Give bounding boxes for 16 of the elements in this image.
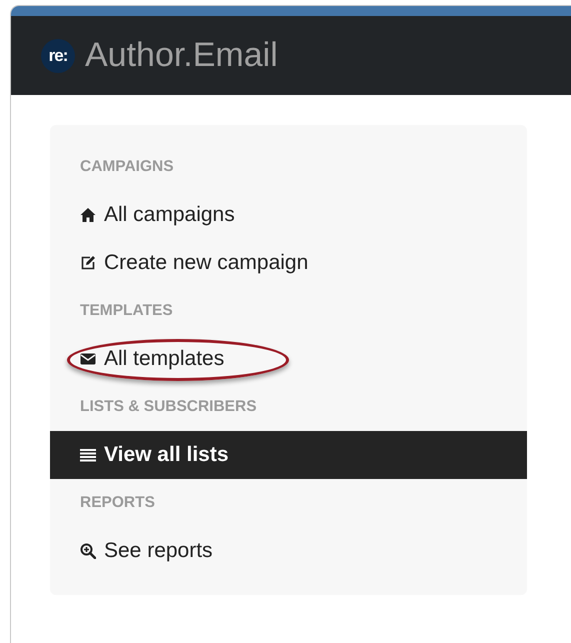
- envelope-icon: [80, 351, 96, 367]
- nav-link[interactable]: See reports: [80, 539, 213, 563]
- section-heading: REPORTS: [79, 493, 156, 513]
- app-title: Author.Email: [85, 36, 278, 75]
- nav-link[interactable]: Create new campaign: [80, 251, 308, 275]
- section-heading: CAMPAIGNS: [79, 157, 175, 177]
- section-heading: LISTS & SUBSCRIBERS: [79, 397, 258, 417]
- zoom-in-icon: [80, 543, 96, 559]
- home-icon: [80, 207, 96, 223]
- edit-icon: [80, 255, 96, 271]
- nav-link[interactable]: View all lists: [80, 443, 229, 467]
- nav-link[interactable]: All templates: [80, 347, 224, 371]
- section-heading: TEMPLATES: [79, 301, 174, 321]
- list-icon: [80, 447, 96, 463]
- logo-badge: re:: [41, 38, 75, 72]
- nav-link[interactable]: All campaigns: [80, 203, 235, 227]
